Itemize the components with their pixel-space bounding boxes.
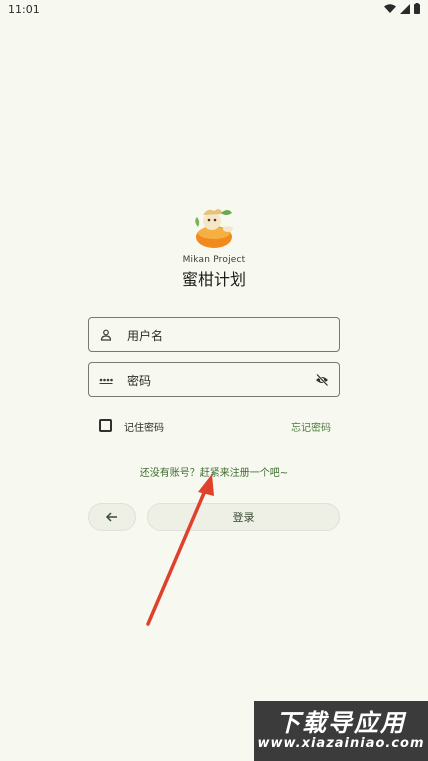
username-field[interactable]: 用户名 — [88, 317, 340, 352]
wifi-icon — [384, 3, 396, 13]
username-placeholder: 用户名 — [127, 329, 164, 343]
back-button[interactable] — [88, 503, 136, 531]
watermark-title: 下载导应用 — [276, 709, 406, 737]
login-button[interactable]: 登录 — [147, 503, 340, 531]
mikan-logo — [195, 209, 233, 248]
password-dots-icon — [99, 378, 113, 384]
visibility-off-icon[interactable] — [315, 373, 329, 387]
password-placeholder: 密码 — [127, 374, 152, 388]
app-subtitle: Mikan Project — [182, 255, 246, 265]
password-field[interactable]: 密码 — [88, 362, 340, 397]
watermark-url: www.xiazainiao.com — [257, 736, 425, 751]
battery-icon — [414, 3, 420, 14]
arrow-left-icon — [105, 512, 117, 522]
status-icons — [384, 3, 420, 14]
status-bar: 11:01 — [0, 0, 428, 20]
signal-icon — [400, 3, 410, 14]
status-time: 11:01 — [8, 3, 40, 16]
app-title: 蜜柑计划 — [181, 270, 246, 289]
remember-password-label: 记住密码 — [124, 423, 164, 434]
forgot-password-link[interactable]: 忘记密码 — [291, 419, 331, 434]
remember-password-checkbox[interactable] — [99, 419, 112, 432]
watermark: 下载导应用 www.xiazainiao.com — [254, 701, 428, 761]
register-link[interactable]: 还没有账号？赶紧来注册一个吧~ — [0, 464, 428, 479]
person-icon — [100, 329, 112, 341]
